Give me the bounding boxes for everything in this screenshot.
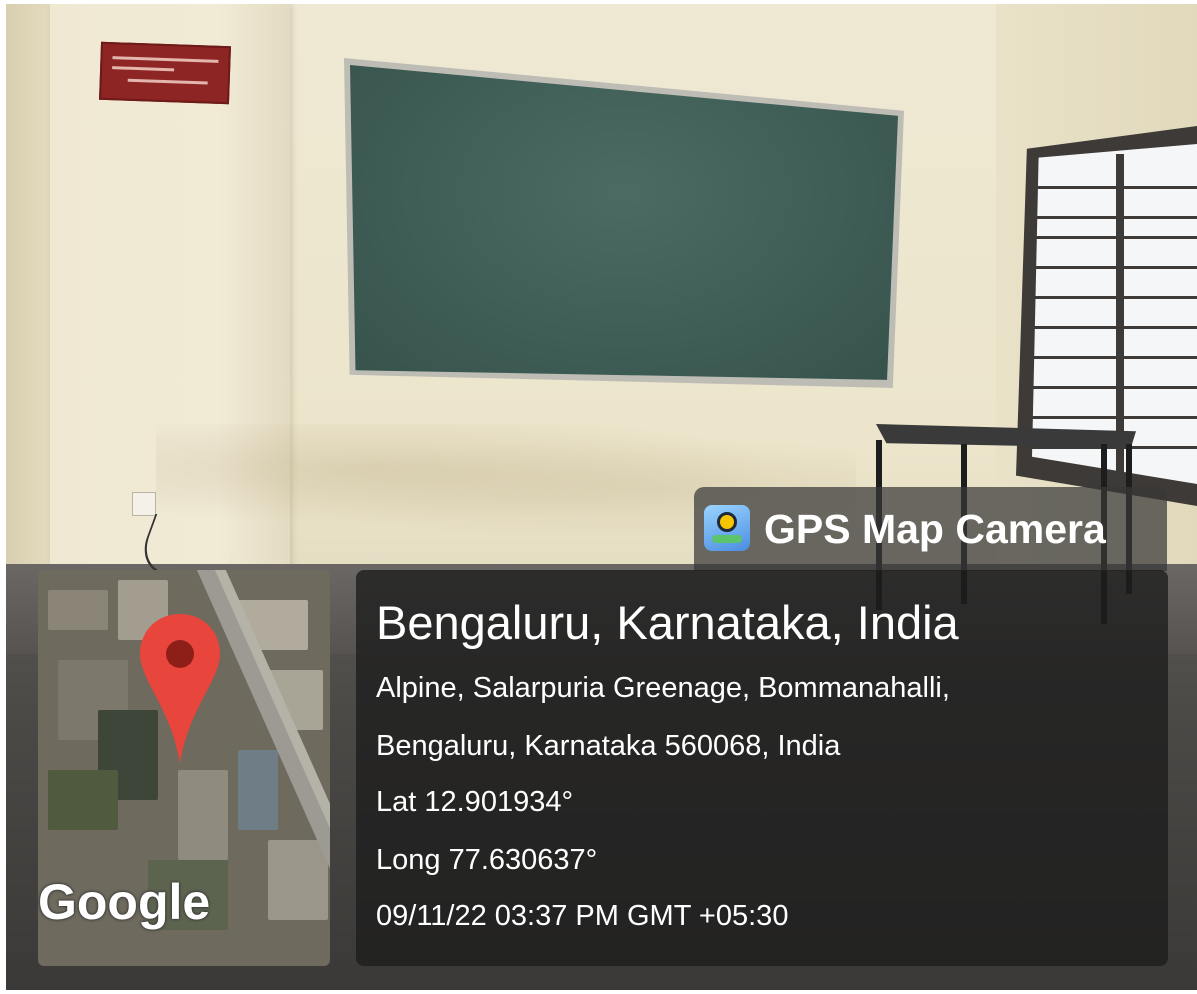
- datetime: 09/11/22 03:37 PM GMT +05:30: [376, 900, 789, 932]
- location-title: Bengaluru, Karnataka, India: [376, 596, 959, 649]
- app-name: GPS Map Camera: [764, 506, 1106, 552]
- address-line-1: Alpine, Salarpuria Greenage, Bommanahall…: [376, 672, 950, 704]
- latitude: Lat 12.901934°: [376, 786, 574, 818]
- address-line-2: Bengaluru, Karnataka 560068, India: [376, 730, 841, 762]
- gps-map-camera-app-icon: [704, 505, 750, 551]
- wall-plaque: [99, 41, 231, 105]
- gps-header: GPS Map Camera: [694, 487, 1167, 571]
- photo-stage: GPS Map Camera Bengaluru, Karnataka, Ind…: [0, 0, 1197, 994]
- map-pin-icon: [140, 614, 220, 764]
- google-logo: Google: [38, 874, 211, 930]
- wall-socket: [132, 492, 156, 516]
- map-thumbnail: Google: [38, 570, 330, 966]
- blackboard: [350, 65, 898, 380]
- longitude: Long 77.630637°: [376, 844, 598, 876]
- location-info-panel: Bengaluru, Karnataka, India Alpine, Sala…: [356, 570, 1168, 966]
